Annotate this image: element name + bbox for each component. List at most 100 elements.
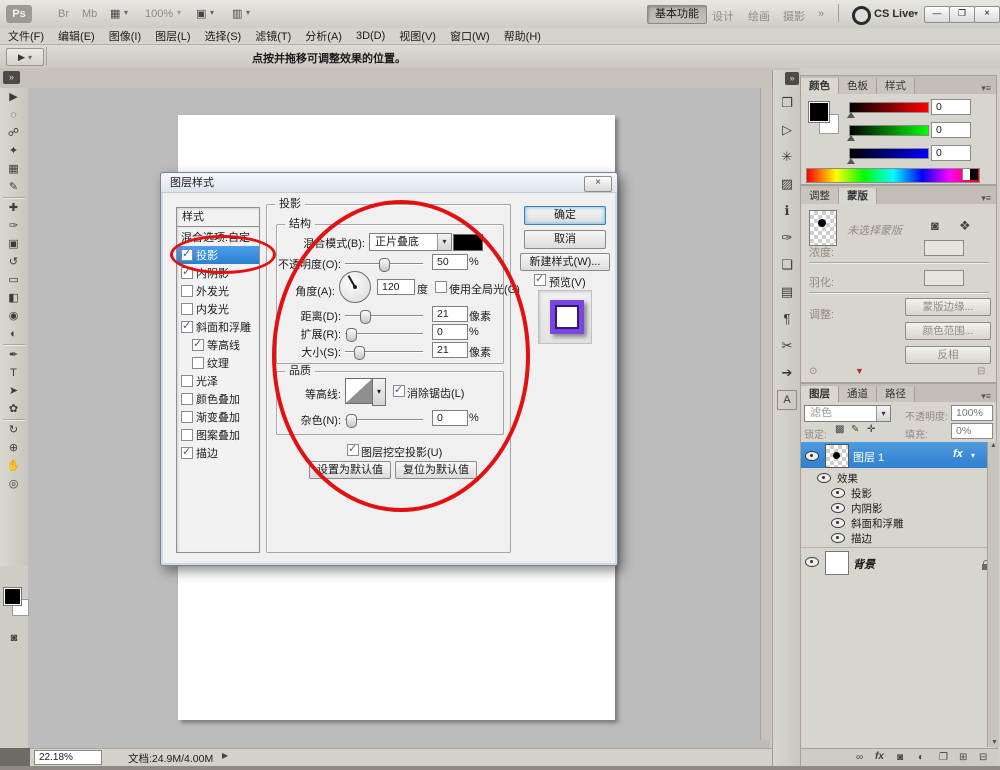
menu-filter[interactable]: 滤镜(T) xyxy=(255,28,291,44)
foreground-color-swatch[interactable] xyxy=(4,588,21,605)
lasso-tool[interactable]: ☍ xyxy=(0,124,27,142)
visibility-eye-icon[interactable] xyxy=(805,557,819,567)
collapse-dock-icon[interactable]: » xyxy=(785,72,799,85)
style-item-inner-shadow[interactable]: 内阴影 xyxy=(177,264,259,282)
workspace-painting-button[interactable]: 绘画 xyxy=(748,8,770,24)
checkbox-icon[interactable] xyxy=(181,249,193,261)
cancel-button[interactable]: 取消 xyxy=(524,230,606,249)
canvas-scrollbar[interactable] xyxy=(760,88,771,740)
checkbox-icon[interactable] xyxy=(181,285,193,297)
reset-default-button[interactable]: 复位为默认值 xyxy=(395,461,477,479)
marquee-tool[interactable]: ◌ xyxy=(0,106,27,124)
dodge-tool[interactable]: ◐ xyxy=(0,325,27,343)
effects-header-row[interactable]: 效果 xyxy=(801,470,987,485)
menu-edit[interactable]: 编辑(E) xyxy=(58,28,95,44)
apply-mask-icon[interactable]: ▼ xyxy=(855,366,864,376)
opacity-slider[interactable] xyxy=(345,263,423,265)
style-item-satin[interactable]: 光泽 xyxy=(177,372,259,390)
checkbox-icon[interactable] xyxy=(181,411,193,423)
tab-masks[interactable]: 蒙版 xyxy=(839,188,877,204)
opacity-input[interactable]: 50 xyxy=(432,254,468,270)
panel-menu-icon[interactable]: ▾≡ xyxy=(976,83,996,94)
green-slider-thumb[interactable] xyxy=(847,135,855,141)
size-slider[interactable] xyxy=(345,351,423,353)
checkbox-icon[interactable] xyxy=(192,339,204,351)
spread-slider[interactable] xyxy=(345,333,423,335)
custom-shape-tool[interactable]: ✿ xyxy=(0,400,27,418)
new-style-button[interactable]: 新建样式(W)... xyxy=(520,253,610,271)
layer-row-background[interactable]: 背景 xyxy=(801,547,987,574)
style-item-inner-glow[interactable]: 内发光 xyxy=(177,300,259,318)
menu-file[interactable]: 文件(F) xyxy=(8,28,44,44)
background-layer-name[interactable]: 背景 xyxy=(853,556,875,572)
feather-slider[interactable] xyxy=(809,292,989,294)
checkbox-icon[interactable] xyxy=(192,357,204,369)
distance-input[interactable]: 21 xyxy=(432,306,468,322)
panel-menu-icon[interactable]: ▾≡ xyxy=(976,193,996,204)
style-item-outer-glow[interactable]: 外发光 xyxy=(177,282,259,300)
layer-row-layer1[interactable]: 图层 1 fx ▾ xyxy=(801,442,987,468)
slider-thumb[interactable] xyxy=(346,328,357,342)
workspace-photography-button[interactable]: 摄影 xyxy=(783,8,805,24)
contour-arrow-icon[interactable]: ▾ xyxy=(372,378,386,406)
slider-thumb[interactable] xyxy=(360,310,371,324)
layer-group-icon[interactable]: ❐ xyxy=(939,752,948,763)
checkbox-icon[interactable] xyxy=(181,375,193,387)
adjustments-panel-button[interactable]: ✳ xyxy=(773,143,801,170)
move-tool[interactable]: ▶ xyxy=(0,88,27,106)
menu-image[interactable]: 图像(I) xyxy=(109,28,141,44)
layer-opacity-input[interactable]: 100% xyxy=(951,405,993,421)
knockout-checkbox[interactable] xyxy=(347,444,359,456)
global-light-checkbox[interactable] xyxy=(435,281,447,293)
slider-thumb[interactable] xyxy=(346,414,357,428)
style-item-gradient-overlay[interactable]: 渐变叠加 xyxy=(177,408,259,426)
arrange-documents-arrow-icon[interactable]: ▾ xyxy=(246,8,250,17)
cs-live-button[interactable]: CS Live xyxy=(874,8,914,20)
layer-blend-mode-select[interactable]: 滤色 ▾ xyxy=(804,405,891,422)
add-mask-icon[interactable]: ◙ xyxy=(897,752,903,763)
view-extras-icon[interactable]: ▦ xyxy=(110,7,120,20)
size-input[interactable]: 21 xyxy=(432,342,468,358)
restore-button[interactable]: ❐ xyxy=(949,6,975,23)
red-value-input[interactable]: 0 xyxy=(931,99,971,115)
red-slider-thumb[interactable] xyxy=(847,112,855,118)
type-tool[interactable]: T xyxy=(0,364,27,382)
delete-mask-icon[interactable]: ⊟ xyxy=(977,366,985,377)
style-item-contour[interactable]: 等高线 xyxy=(177,336,259,354)
visibility-eye-icon[interactable] xyxy=(831,533,845,543)
tool-presets-panel-button[interactable]: ✂ xyxy=(773,332,801,359)
mini-bridge-panel-button[interactable]: ❐ xyxy=(773,89,801,116)
zoom-level-arrow-icon[interactable]: ▾ xyxy=(177,8,181,17)
menu-view[interactable]: 视图(V) xyxy=(399,28,436,44)
link-layers-icon[interactable]: ∞ xyxy=(856,752,863,763)
mini-bridge-button[interactable]: Mb xyxy=(82,8,97,20)
load-selection-icon[interactable]: ⊙ xyxy=(809,366,817,377)
menu-analysis[interactable]: 分析(A) xyxy=(305,28,342,44)
workspace-design-button[interactable]: 设计 xyxy=(712,8,734,24)
blue-value-input[interactable]: 0 xyxy=(931,145,971,161)
feather-input[interactable] xyxy=(924,270,964,286)
tab-color[interactable]: 颜色 xyxy=(801,78,839,94)
collapse-effects-icon[interactable]: ▾ xyxy=(971,451,975,460)
visibility-eye-icon[interactable] xyxy=(831,518,845,528)
shadow-color-swatch[interactable] xyxy=(453,234,483,251)
distance-slider[interactable] xyxy=(345,315,423,317)
tab-styles[interactable]: 样式 xyxy=(877,78,915,94)
layer-thumbnail[interactable] xyxy=(825,444,849,468)
history-brush-tool[interactable]: ↺ xyxy=(0,253,27,271)
visibility-eye-icon[interactable] xyxy=(831,488,845,498)
close-window-button[interactable]: × xyxy=(974,6,1000,23)
density-input[interactable] xyxy=(924,240,964,256)
pen-tool[interactable]: ✒ xyxy=(0,346,27,364)
new-layer-icon[interactable]: ⊞ xyxy=(959,752,967,763)
preview-checkbox[interactable] xyxy=(534,274,546,286)
character-panel-button[interactable]: A xyxy=(777,390,797,410)
adjustment-layer-icon[interactable]: ◐ xyxy=(918,752,924,763)
tool-preset-picker[interactable]: ▶ ▾ xyxy=(6,48,44,66)
animation-panel-button[interactable]: ➔ xyxy=(773,359,801,386)
style-item-drop-shadow[interactable]: 投影 xyxy=(177,246,259,264)
spectrum-black-swatch[interactable] xyxy=(970,169,978,180)
density-slider[interactable] xyxy=(809,262,989,264)
layer-comps-panel-button[interactable]: ▤ xyxy=(773,278,801,305)
visibility-eye-icon[interactable] xyxy=(817,473,831,483)
